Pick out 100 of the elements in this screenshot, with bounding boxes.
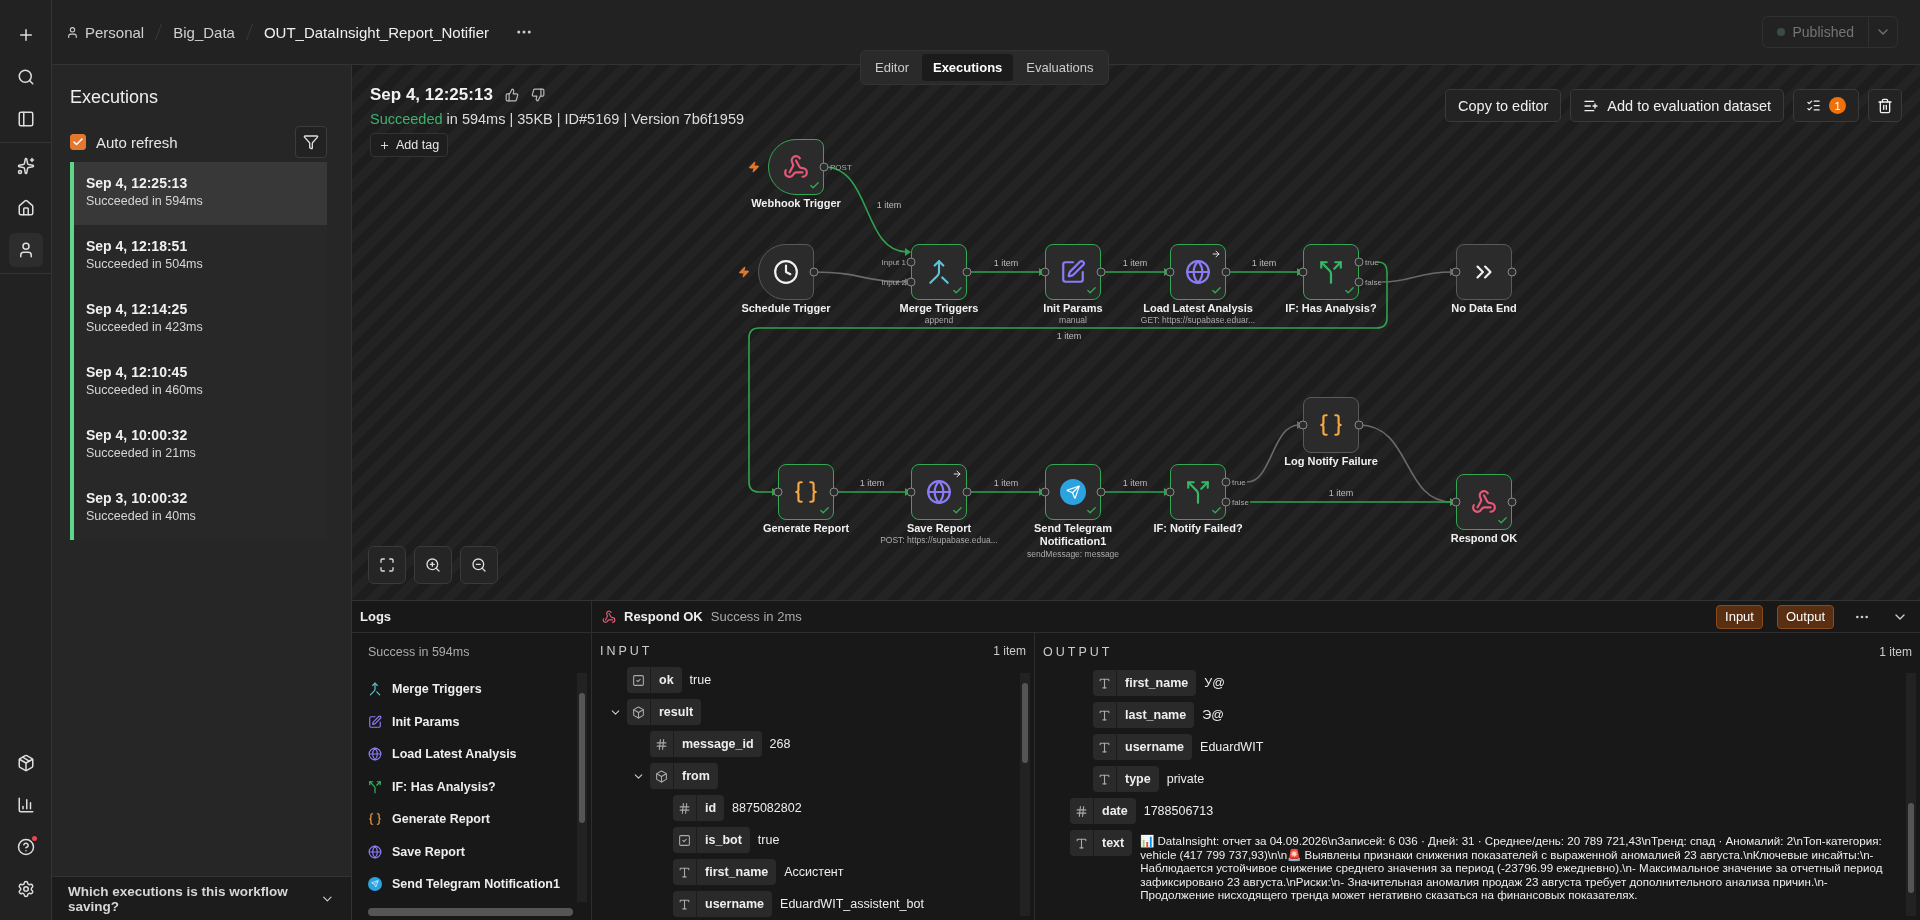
input-port[interactable] [1451,497,1461,507]
port-label: POST [830,162,852,172]
hash-icon [655,737,668,751]
search-icon[interactable] [16,68,35,86]
text-type-icon [1098,676,1111,690]
checkbox-icon [678,833,691,847]
field-value: Э@ [1201,707,1225,722]
zoom-out-icon [471,557,487,573]
workflow-node[interactable] [1170,244,1226,300]
chart-icon[interactable] [16,796,35,814]
sidebar-icon[interactable] [16,110,35,128]
delete-button[interactable] [1868,89,1902,122]
field-key: username [673,891,773,917]
workflow-node[interactable] [911,464,967,520]
checkbox[interactable] [70,134,86,150]
edge-label: 1 item [876,200,902,210]
thumbs-up-icon[interactable] [504,88,519,102]
field-value: У@ [1203,675,1226,690]
arrow-icon [952,469,962,479]
zoom-out-button[interactable] [460,546,498,584]
add-tag-button[interactable]: Add tag [370,133,449,157]
input-port[interactable] [906,487,916,497]
field-key: first_name [673,859,777,885]
field-key: date [1070,798,1136,824]
globe-icon [926,479,952,505]
add-to-dataset-button[interactable]: Add to evaluation dataset [1570,89,1784,122]
field-value: true [688,672,713,687]
output-port[interactable] [1096,487,1106,497]
port-label: Input 2 [881,277,906,287]
view-tab[interactable]: Executions [921,54,1014,81]
pane-title: INPUT [600,643,653,658]
output-port[interactable] [1221,267,1231,277]
output-port[interactable] [1354,420,1364,430]
workflow-node[interactable] [911,244,967,300]
execution-item[interactable]: Sep 4, 12:25:13 Succeeded in 594ms [70,162,327,225]
output-port[interactable] [1096,267,1106,277]
log-entry[interactable]: Init Params [352,705,591,738]
input-port[interactable] [1165,487,1175,497]
workflow-node[interactable] [1456,244,1512,300]
breadcrumb-link[interactable]: OUT_DataInsight_Report_Notifier [263,23,490,41]
input-port[interactable] [773,487,783,497]
package-icon[interactable] [16,754,35,772]
output-port[interactable] [809,267,819,277]
input-port[interactable] [1298,267,1308,277]
scrollbar[interactable] [1906,673,1916,916]
view-tab[interactable]: Editor [864,54,920,81]
globe-icon [368,844,382,859]
sparkles-icon[interactable] [16,157,35,175]
globe-icon [368,747,382,762]
output-port[interactable] [962,267,972,277]
output-port[interactable] [819,162,829,172]
log-entry[interactable]: IF: Has Analysis? [352,770,591,803]
workflow-node[interactable] [758,244,814,300]
scrollbar[interactable] [577,673,587,902]
workflow-node[interactable] [1045,464,1101,520]
log-entry[interactable]: Merge Triggers [352,673,591,706]
workflow-node[interactable] [1303,244,1359,300]
field-key: type [1093,766,1159,792]
panel-toggle[interactable]: Input [1716,604,1763,629]
node-title: Log Notify Failure [1284,455,1378,468]
log-entry[interactable]: Send Telegram Notification1 [352,868,591,901]
input-port[interactable] [1451,267,1461,277]
thumbs-down-icon[interactable] [530,88,545,102]
settings-icon[interactable] [16,880,35,898]
output-port[interactable] [829,487,839,497]
input-port[interactable] [1040,267,1050,277]
home-icon[interactable] [16,199,35,217]
input-port[interactable] [1040,487,1050,497]
output-port[interactable] [1507,267,1517,277]
workflow-node[interactable] [1456,474,1512,530]
view-tab[interactable]: Evaluations [1015,54,1105,81]
user-button[interactable] [8,233,43,267]
workflow-node[interactable] [768,139,824,195]
fit-view-button[interactable] [368,546,406,584]
workflow-node[interactable] [1045,244,1101,300]
output-port[interactable] [1507,497,1517,507]
log-entry[interactable]: Generate Report [352,803,591,836]
panel-toggle[interactable]: Output [1776,604,1834,629]
workflow-node[interactable] [1303,397,1359,453]
scrollbar[interactable] [1020,673,1030,916]
node-title: Generate Report [762,522,850,535]
help-icon[interactable] [16,838,35,856]
edge-label: 1 item [993,478,1019,488]
filter-button[interactable] [295,126,327,158]
output-port[interactable] [962,487,972,497]
copy-to-editor-button[interactable]: Copy to editor [1445,89,1562,122]
scrollbar[interactable] [368,908,573,916]
field-value: EduardWIT [1199,739,1265,754]
check-icon [1497,515,1508,526]
workflow-node[interactable] [778,464,834,520]
field-value: EduardWIT_assistent_bot [779,896,925,911]
log-entry[interactable]: Load Latest Analysis [352,738,591,771]
breadcrumb-link[interactable]: Personal [85,23,145,41]
zoom-in-button[interactable] [414,546,452,584]
breadcrumb-link[interactable]: Big_Data [173,23,235,41]
log-entry[interactable]: Save Report [352,835,591,868]
workflow-node[interactable] [1170,464,1226,520]
field-key: message_id [650,731,762,757]
input-port[interactable] [1298,420,1308,430]
input-port[interactable] [1165,267,1175,277]
